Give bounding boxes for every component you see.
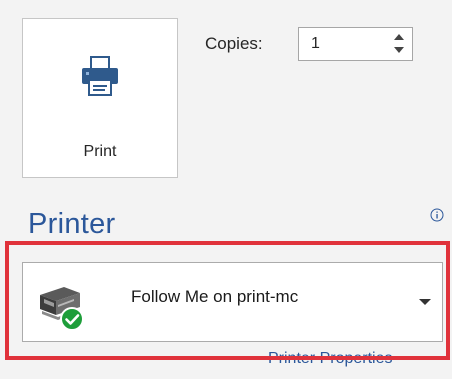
printer-dropdown[interactable]: Follow Me on print-mc: [22, 262, 443, 342]
ready-checkmark-icon: [40, 287, 84, 331]
printer-properties-link[interactable]: Printer Properties: [268, 350, 393, 368]
copies-decrement-button[interactable]: [390, 44, 408, 58]
print-button-label: Print: [83, 143, 117, 160]
info-icon[interactable]: [430, 208, 444, 222]
printer-section-heading: Printer: [28, 208, 116, 240]
copies-increment-button[interactable]: [390, 30, 408, 44]
copies-spinner[interactable]: [298, 27, 413, 61]
copies-input[interactable]: [299, 28, 385, 60]
selected-printer-name: Follow Me on print-mc: [131, 287, 299, 306]
printer-icon: [82, 56, 118, 96]
print-button[interactable]: Print: [22, 18, 178, 178]
copies-label: Copies:: [205, 34, 263, 53]
chevron-down-icon: [419, 299, 431, 305]
